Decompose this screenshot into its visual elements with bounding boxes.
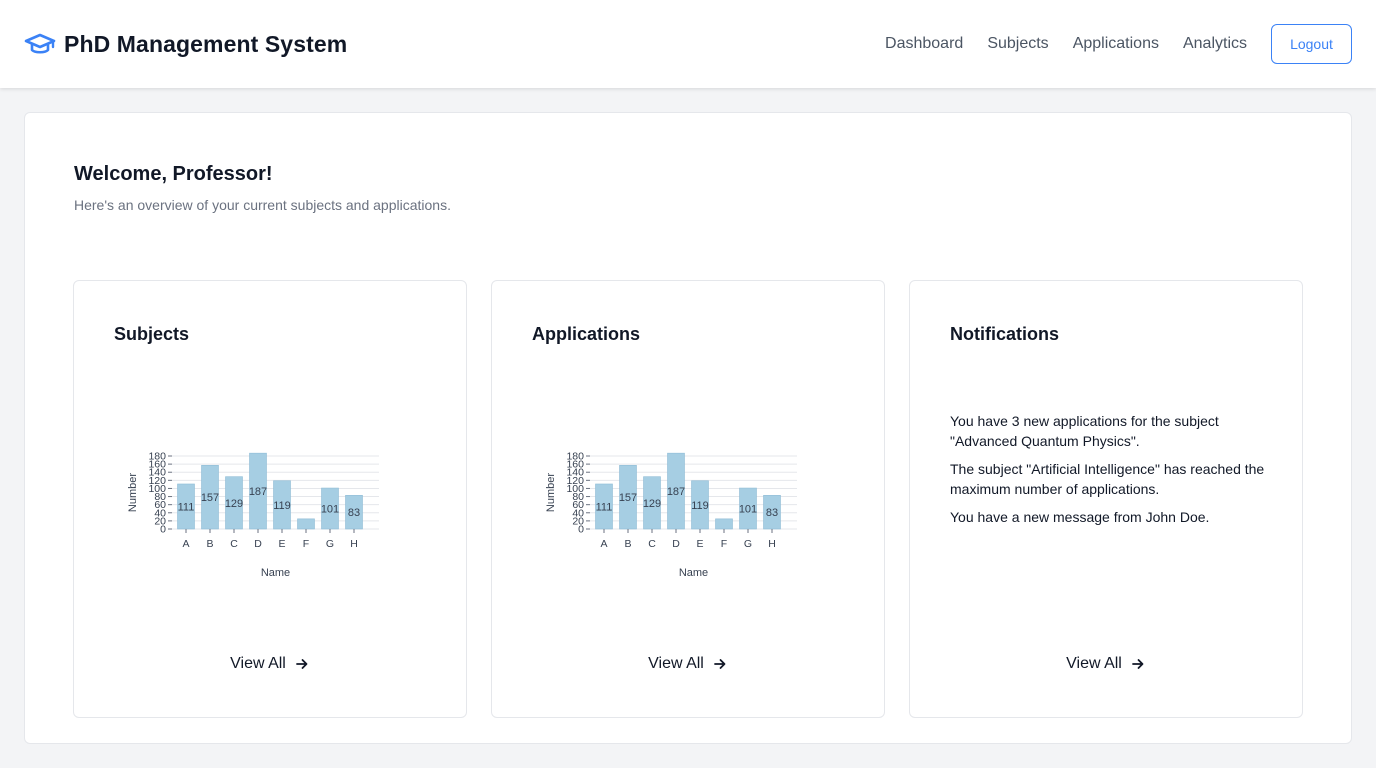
notifications-card: Notifications You have 3 new application… xyxy=(909,280,1303,718)
dashboard-panel: Welcome, Professor! Here's an overview o… xyxy=(24,112,1352,744)
nav-link-subjects[interactable]: Subjects xyxy=(987,35,1048,53)
notifications-view-all-link[interactable]: View All xyxy=(910,655,1302,673)
x-tick-label: H xyxy=(350,538,358,550)
bar-data-label: 119 xyxy=(691,500,709,512)
x-tick-label: B xyxy=(206,538,213,550)
brand[interactable]: PhD Management System xyxy=(24,31,347,58)
bar-data-label: 83 xyxy=(766,507,778,519)
welcome-subtitle: Here's an overview of your current subje… xyxy=(74,197,451,213)
notifications-card-title: Notifications xyxy=(950,324,1060,344)
bar-data-label: 129 xyxy=(643,498,661,510)
bar-data-label: 129 xyxy=(225,498,243,510)
x-tick-label: C xyxy=(230,538,238,550)
y-axis-title: Number xyxy=(545,473,557,512)
x-tick-label: A xyxy=(600,538,607,550)
x-tick-label: E xyxy=(696,538,703,550)
nav-link-analytics[interactable]: Analytics xyxy=(1183,35,1247,53)
nav-link-dashboard[interactable]: Dashboard xyxy=(885,35,963,53)
x-tick-label: C xyxy=(648,538,656,550)
bar-data-label: 119 xyxy=(273,500,291,512)
graduation-cap-icon xyxy=(24,32,56,56)
arrow-right-icon xyxy=(1131,659,1144,669)
notification-item[interactable]: You have a new message from John Doe. xyxy=(950,507,1280,527)
notification-item[interactable]: The subject "Artificial Intelligence" ha… xyxy=(950,459,1280,499)
y-tick-label: 180 xyxy=(148,451,166,463)
x-tick-label: G xyxy=(326,538,334,550)
applications-card: Applications 0 20 40 60 80 100 120 140 160 180 111… xyxy=(491,280,885,718)
x-tick-label: D xyxy=(254,538,262,550)
bar-data-label: 187 xyxy=(667,486,685,498)
view-all-label: View All xyxy=(648,655,704,672)
bar-data-label: 101 xyxy=(321,504,339,516)
bar-data-label: 101 xyxy=(739,504,757,516)
notifications-list: You have 3 new applications for the subj… xyxy=(950,411,1280,535)
view-all-label: View All xyxy=(230,655,286,672)
bar-data-label: 111 xyxy=(596,501,613,513)
x-tick-label: F xyxy=(303,538,309,550)
subjects-card-title: Subjects xyxy=(114,324,190,344)
applications-card-title: Applications xyxy=(532,324,641,344)
bar-data-label: 83 xyxy=(348,507,360,519)
x-tick-label: A xyxy=(182,538,189,550)
arrow-right-icon xyxy=(295,659,308,669)
main-nav: Dashboard Subjects Applications Analytic… xyxy=(885,24,1352,64)
x-axis-title: Name xyxy=(679,567,708,579)
x-tick-label: H xyxy=(768,538,776,550)
subjects-view-all-link[interactable]: View All xyxy=(74,655,466,673)
welcome-title: Welcome, Professor! xyxy=(74,163,273,185)
logout-button[interactable]: Logout xyxy=(1271,24,1352,64)
app-title: PhD Management System xyxy=(64,30,348,57)
x-axis-title: Name xyxy=(261,567,290,579)
subjects-bar-chart: 020406080100120140160180111A157B129C187D… xyxy=(127,451,379,579)
bar-data-label: 187 xyxy=(249,486,267,498)
bar-data-label: 111 xyxy=(178,501,195,513)
bar-F xyxy=(715,518,733,530)
y-tick-label: 180 xyxy=(566,451,584,463)
bar-data-label: 157 xyxy=(619,492,637,504)
x-tick-label: E xyxy=(278,538,285,550)
subjects-card: Subjects 0 20 40 60 80 100 120 140 160 180 111 A 157… xyxy=(73,280,467,718)
x-tick-label: B xyxy=(624,538,631,550)
applications-view-all-link[interactable]: View All xyxy=(492,655,884,673)
view-all-label: View All xyxy=(1066,655,1122,672)
top-navbar: PhD Management System Dashboard Subjects… xyxy=(0,0,1376,88)
bar-data-label: 157 xyxy=(201,492,219,504)
applications-bar-chart: 020406080100120140160180111A157B129C187D… xyxy=(545,451,797,579)
y-axis-title: Number xyxy=(127,473,139,512)
notification-item[interactable]: You have 3 new applications for the subj… xyxy=(950,411,1280,451)
x-tick-label: G xyxy=(744,538,752,550)
nav-link-applications[interactable]: Applications xyxy=(1073,35,1159,53)
x-tick-label: D xyxy=(672,538,680,550)
x-tick-label: F xyxy=(721,538,727,550)
arrow-right-icon xyxy=(713,659,726,669)
bar-F xyxy=(297,518,315,530)
